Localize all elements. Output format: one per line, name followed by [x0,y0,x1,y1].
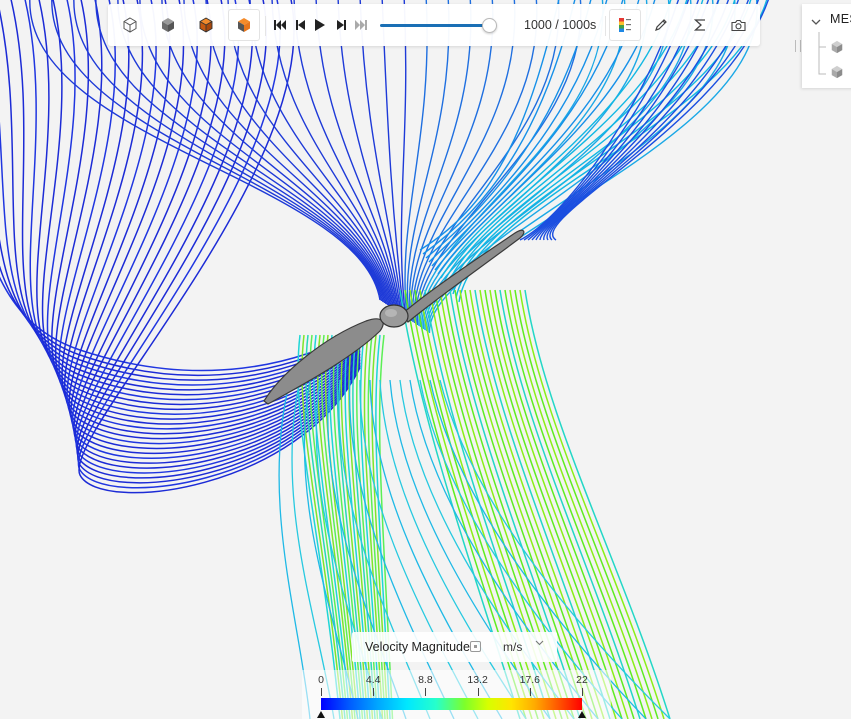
play-icon [315,19,325,31]
streamline [406,0,450,320]
wireframe-view-button[interactable] [118,13,142,37]
skip-to-end-icon [355,20,367,30]
streamline [183,0,392,308]
viewer-toolbar: 1000 / 1000s [108,4,760,46]
streamlines-plot [0,0,769,719]
probe-pen-icon [655,19,667,31]
frame-readout: 1000 / 1000s [524,18,597,32]
mesh-item-2[interactable] [830,65,844,84]
chevron-down-icon [811,19,821,25]
orange-edge-cube-icon [199,17,213,33]
chevron-down-icon [535,640,544,646]
sigma-icon [694,19,705,31]
mesh-cube-icon [831,40,843,54]
legend-tick-label: 22 [576,674,588,686]
streamline [410,0,494,322]
color-legend-button[interactable] [610,10,640,40]
legend-info-icon[interactable] [470,641,481,652]
legend-tick-mark [373,688,375,696]
solid-cube-icon [162,18,174,32]
color-legend-icon [619,18,631,32]
screenshot-button[interactable] [726,13,750,37]
toolbar-divider [605,16,606,36]
colorbar-max-marker[interactable] [578,711,586,718]
color-scale-panel [302,670,611,719]
timeline-slider-handle[interactable] [482,18,497,33]
streamline [399,379,575,719]
legend-tick-mark [321,688,322,696]
solid-view-button[interactable] [156,13,180,37]
probe-button[interactable] [649,13,673,37]
toolbar-divider [265,16,266,36]
timeline-slider-track[interactable] [380,24,488,27]
skip-to-end-button[interactable] [352,16,368,34]
step-forward-button[interactable] [333,16,349,34]
colorbar-min-marker[interactable] [317,711,325,718]
step-back-icon [296,20,305,30]
streamline [413,0,538,324]
surface-edges-view-button[interactable] [194,13,218,37]
camera-icon [730,19,746,31]
panel-resize-grip[interactable] [795,40,801,52]
skip-to-start-icon [274,20,286,30]
skip-to-start-button[interactable] [273,16,289,34]
legend-tick-label: 17.6 [519,674,541,686]
legend-tick-label: 13.2 [467,674,488,686]
color-bar [321,698,582,710]
mesh-tree-panel: MES [802,4,851,88]
color-legend-header: Velocity Magnitude m/s [352,632,557,662]
play-button[interactable] [312,16,328,34]
legend-tick-label: 4.4 [365,674,381,686]
mesh-collapse-toggle[interactable] [811,13,821,31]
surface-view-button[interactable] [229,10,259,40]
statistics-button[interactable] [688,13,712,37]
mesh-tree-title: MES [830,12,851,26]
orange-face-cube-icon [238,18,250,32]
step-forward-icon [337,20,346,30]
legend-title: Velocity Magnitude [365,640,470,654]
unit-dropdown[interactable]: m/s [492,638,550,656]
step-back-button[interactable] [293,16,309,34]
legend-tick-mark [582,688,583,696]
mesh-cube-icon [831,65,843,79]
legend-tick-mark [425,688,427,696]
3d-viewport[interactable] [0,0,851,719]
unit-value: m/s [503,640,523,654]
legend-tick-label: 8.8 [418,674,433,686]
legend-tick-mark [477,688,479,696]
legend-tick-label: 0 [318,674,324,686]
streamline [427,0,736,333]
wireframe-cube-icon [123,17,137,33]
mesh-item-1[interactable] [830,40,844,59]
legend-tick-mark [529,688,531,696]
